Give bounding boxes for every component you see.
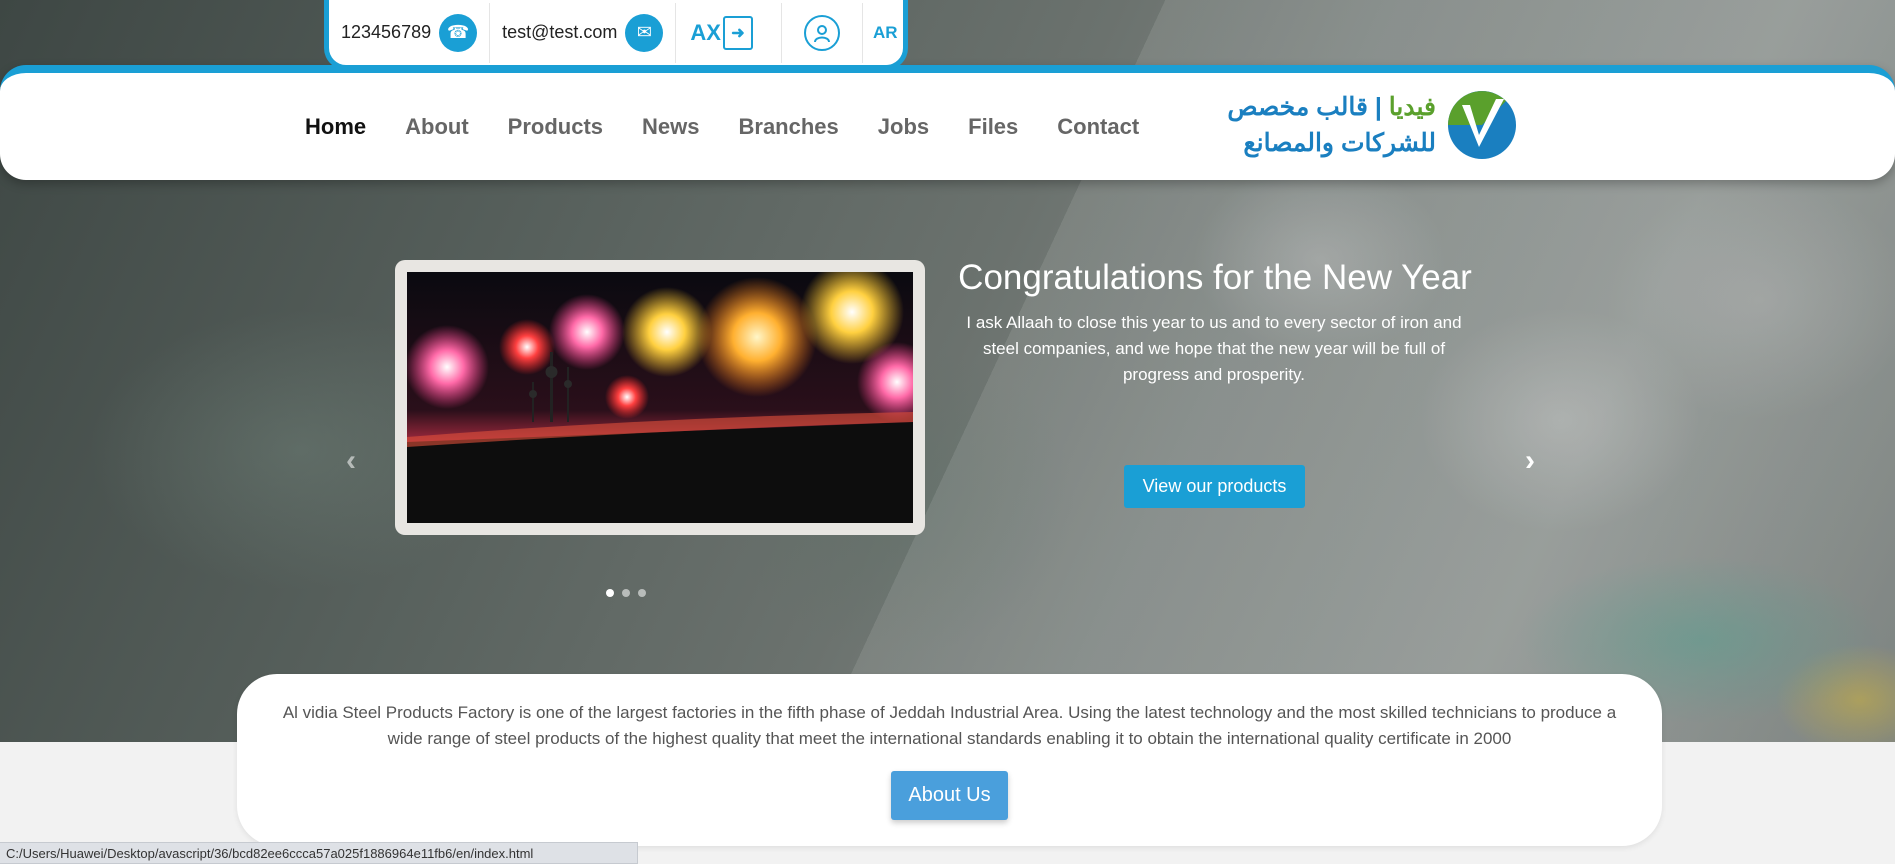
nav-news[interactable]: News — [642, 114, 699, 140]
site-logo[interactable]: فيديا | قالب مخصص للشركات والمصانع — [1212, 79, 1518, 171]
nav-branches[interactable]: Branches — [739, 114, 839, 140]
phone-number: 123456789 — [341, 22, 432, 42]
logo-brand: فيديا — [1388, 93, 1436, 121]
nav-files[interactable]: Files — [968, 114, 1018, 140]
mail-icon: ✉ — [625, 13, 664, 52]
phone-contact[interactable]: 123456789 ☎ — [329, 2, 491, 63]
chevron-left-icon[interactable]: ‹ — [346, 444, 356, 478]
user-icon — [803, 14, 840, 51]
logout-button[interactable]: AX ➜ — [676, 2, 782, 63]
logo-text: فيديا | قالب مخصص للشركات والمصانع — [1227, 89, 1436, 161]
nav-about[interactable]: About — [405, 114, 469, 140]
status-bar-url: C:/Users/Huawei/Desktop/avascript/36/bcd… — [0, 842, 638, 864]
nav-contact[interactable]: Contact — [1057, 114, 1139, 140]
slider-dot-1[interactable] — [606, 589, 614, 597]
slide-description: I ask Allaah to close this year to us an… — [966, 313, 1462, 384]
chevron-right-icon[interactable]: › — [1525, 444, 1535, 478]
logout-label: AX — [690, 19, 721, 45]
nav-products[interactable]: Products — [508, 114, 603, 140]
about-us-button[interactable]: About Us — [891, 771, 1008, 820]
main-nav: Home About Products News Branches Jobs F… — [305, 73, 1178, 180]
logo-separator: | — [1374, 93, 1382, 121]
about-card: Al vidia Steel Products Factory is one o… — [237, 674, 1662, 846]
slide-image-frame — [395, 260, 925, 535]
logo-tagline-1: قالب مخصص — [1227, 93, 1368, 121]
about-text: Al vidia Steel Products Factory is one o… — [282, 703, 1617, 748]
phone-icon: ☎ — [439, 13, 478, 52]
view-products-button[interactable]: View our products — [1124, 465, 1305, 508]
nav-home[interactable]: Home — [305, 114, 366, 140]
language-label: AR — [872, 22, 898, 42]
language-switch[interactable]: AR — [863, 3, 908, 63]
email-contact[interactable]: test@test.com ✉ — [490, 2, 677, 63]
logo-tagline-2: للشركات والمصانع — [1243, 129, 1436, 157]
slide-title: Congratulations for the New Year — [958, 258, 1472, 297]
main-navbar: Home About Products News Branches Jobs F… — [0, 65, 1895, 180]
slide-image-fireworks — [407, 272, 913, 523]
logout-icon: AX ➜ — [690, 15, 753, 50]
slider-dot-3[interactable] — [638, 589, 646, 597]
slider-dot-2[interactable] — [622, 589, 630, 597]
logo-v-icon — [1448, 91, 1516, 159]
exit-arrow-icon: ➜ — [722, 15, 753, 50]
contact-bar: 123456789 ☎ test@test.com ✉ AX ➜ AR — [324, 0, 908, 70]
slider-indicators — [606, 589, 654, 597]
account-button[interactable] — [782, 2, 863, 63]
email-address: test@test.com — [502, 22, 618, 42]
nav-jobs[interactable]: Jobs — [878, 114, 929, 140]
